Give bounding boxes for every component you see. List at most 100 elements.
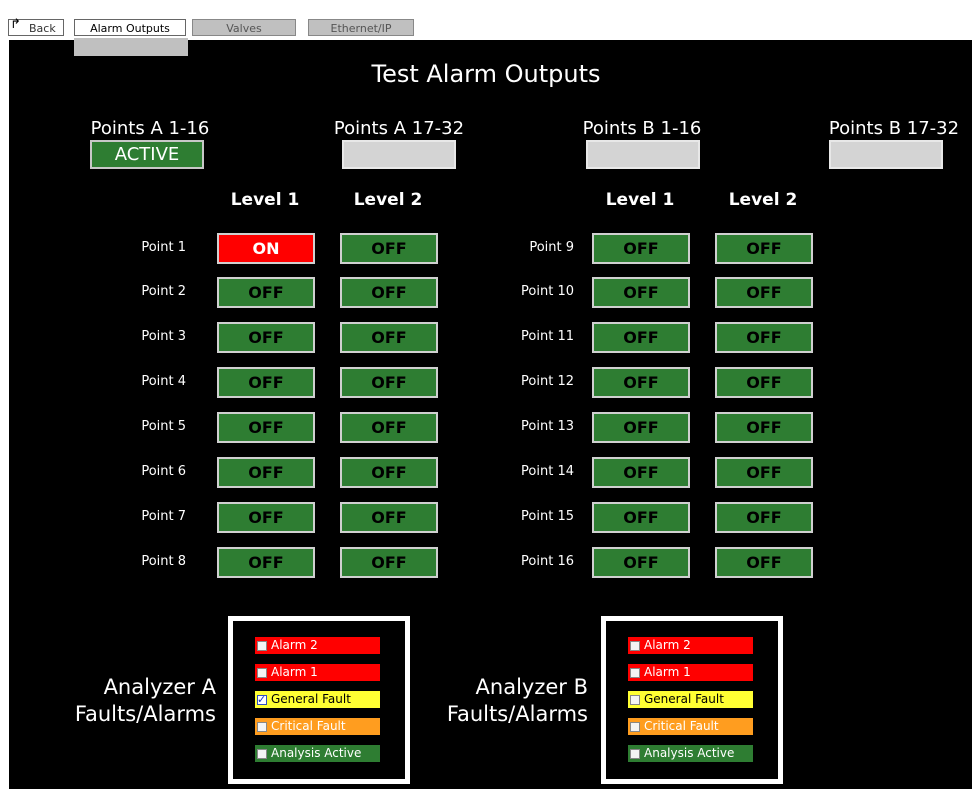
group-status-b-17-32[interactable]	[829, 140, 943, 169]
analyzer-b-faults-panel: Alarm 2 Alarm 1 General Fault Critical Faul…	[601, 616, 783, 784]
back-label: Back	[29, 22, 56, 35]
analyzer-a-label: Analyzer A Faults/Alarms	[40, 674, 216, 728]
point-level2-toggle-button[interactable]: OFF	[340, 277, 438, 308]
point-label: Point 11	[521, 329, 574, 344]
point-level2-toggle-button[interactable]: OFF	[340, 412, 438, 443]
point-label: Point 4	[141, 374, 186, 389]
fault-checkbox[interactable]	[257, 691, 267, 708]
level-2-header-left: Level 2	[353, 190, 423, 210]
fault-indicator: Alarm 1	[628, 664, 753, 681]
point-level2-toggle-button[interactable]: OFF	[715, 367, 813, 398]
fault-indicator: Alarm 2	[628, 637, 753, 654]
point-level1-toggle-button[interactable]: OFF	[592, 367, 690, 398]
fault-checkbox[interactable]	[257, 667, 267, 678]
point-level1-toggle-button[interactable]: OFF	[592, 322, 690, 353]
fault-label: Alarm 2	[271, 638, 318, 652]
point-level2-toggle-button[interactable]: OFF	[715, 277, 813, 308]
fault-checkbox[interactable]	[630, 694, 640, 705]
point-label: Point 2	[141, 284, 186, 299]
point-label: Point 7	[141, 509, 186, 524]
fault-indicator: Critical Fault	[255, 718, 380, 735]
point-label: Point 13	[521, 419, 574, 434]
fault-indicator: Critical Fault	[628, 718, 753, 735]
tab-valves[interactable]: Valves	[192, 19, 296, 36]
point-label: Point 5	[141, 419, 186, 434]
point-level2-toggle-button[interactable]: OFF	[340, 547, 438, 578]
analyzer-b-label: Analyzer B Faults/Alarms	[412, 674, 588, 728]
back-arrow-icon: ↱	[10, 17, 21, 32]
fault-checkbox[interactable]	[630, 721, 640, 732]
point-label: Point 1	[141, 240, 186, 255]
fault-label: Analysis Active	[271, 746, 362, 760]
point-level1-toggle-button[interactable]: OFF	[217, 277, 315, 308]
level-1-header-right: Level 1	[605, 190, 675, 210]
point-label: Point 8	[141, 554, 186, 569]
point-level2-toggle-button[interactable]: OFF	[715, 322, 813, 353]
level-1-header-left: Level 1	[230, 190, 300, 210]
group-status-b-1-16[interactable]	[586, 140, 700, 169]
point-level2-toggle-button[interactable]: OFF	[715, 233, 813, 264]
fault-checkbox[interactable]	[257, 721, 267, 732]
fault-checkbox[interactable]	[257, 748, 267, 759]
fault-indicator: General Fault	[255, 691, 380, 708]
fault-indicator: Analysis Active	[255, 745, 380, 762]
point-level1-toggle-button[interactable]: OFF	[217, 367, 315, 398]
point-level2-toggle-button[interactable]: OFF	[715, 502, 813, 533]
active-tab-indicator	[74, 38, 188, 56]
fault-label: Alarm 1	[271, 665, 318, 679]
point-level1-toggle-button[interactable]: OFF	[592, 233, 690, 264]
point-level1-toggle-button[interactable]: OFF	[217, 457, 315, 488]
fault-indicator: Analysis Active	[628, 745, 753, 762]
point-level2-toggle-button[interactable]: OFF	[340, 367, 438, 398]
point-level1-toggle-button[interactable]: OFF	[217, 412, 315, 443]
group-status-a-17-32[interactable]	[342, 140, 456, 169]
point-level2-toggle-button[interactable]: OFF	[715, 547, 813, 578]
fault-checkbox[interactable]	[630, 640, 640, 651]
fault-checkbox[interactable]	[257, 640, 267, 651]
point-level2-toggle-button[interactable]: OFF	[340, 233, 438, 264]
level-2-header-right: Level 2	[728, 190, 798, 210]
fault-indicator: General Fault	[628, 691, 753, 708]
point-label: Point 14	[521, 464, 574, 479]
point-label: Point 10	[521, 284, 574, 299]
point-level1-toggle-button[interactable]: OFF	[217, 502, 315, 533]
top-nav-bar: ↱ Back Alarm Outputs Valves Ethernet/IP	[0, 0, 972, 40]
point-label: Point 3	[141, 329, 186, 344]
fault-checkbox[interactable]	[630, 748, 640, 759]
tab-alarm-outputs[interactable]: Alarm Outputs	[74, 19, 186, 36]
fault-label: Alarm 1	[644, 665, 691, 679]
point-label: Point 12	[521, 374, 574, 389]
point-label: Point 6	[141, 464, 186, 479]
group-label-a-1-16: Points A 1-16	[90, 118, 210, 139]
fault-label: Alarm 2	[644, 638, 691, 652]
tab-ethernet-ip[interactable]: Ethernet/IP	[308, 19, 414, 36]
page-title: Test Alarm Outputs	[371, 60, 601, 88]
analyzer-a-faults-panel: Alarm 2 Alarm 1 General Fault Critical Faul…	[228, 616, 410, 784]
point-level1-toggle-button[interactable]: OFF	[592, 277, 690, 308]
point-level1-toggle-button[interactable]: OFF	[592, 502, 690, 533]
point-level2-toggle-button[interactable]: OFF	[340, 502, 438, 533]
fault-label: Analysis Active	[644, 746, 735, 760]
fault-indicator: Alarm 1	[255, 664, 380, 681]
fault-label: Critical Fault	[271, 719, 346, 733]
point-level2-toggle-button[interactable]: OFF	[340, 457, 438, 488]
fault-checkbox[interactable]	[630, 667, 640, 678]
analyzer-b-label-line2: Faults/Alarms	[446, 702, 588, 726]
group-label-a-17-32: Points A 17-32	[333, 118, 465, 139]
fault-label: Critical Fault	[644, 719, 719, 733]
analyzer-a-label-line2: Faults/Alarms	[74, 702, 216, 726]
fault-indicator: Alarm 2	[255, 637, 380, 654]
point-level1-toggle-button[interactable]: OFF	[592, 547, 690, 578]
analyzer-a-label-line1: Analyzer A	[103, 675, 216, 699]
back-button[interactable]: ↱ Back	[8, 17, 64, 36]
point-level2-toggle-button[interactable]: OFF	[340, 322, 438, 353]
point-level1-toggle-button[interactable]: ON	[217, 233, 315, 264]
point-level2-toggle-button[interactable]: OFF	[715, 457, 813, 488]
point-level2-toggle-button[interactable]: OFF	[715, 412, 813, 443]
point-label: Point 15	[521, 509, 574, 524]
point-level1-toggle-button[interactable]: OFF	[217, 547, 315, 578]
point-level1-toggle-button[interactable]: OFF	[592, 457, 690, 488]
point-level1-toggle-button[interactable]: OFF	[217, 322, 315, 353]
group-status-a-1-16[interactable]: ACTIVE	[90, 140, 204, 169]
point-level1-toggle-button[interactable]: OFF	[592, 412, 690, 443]
